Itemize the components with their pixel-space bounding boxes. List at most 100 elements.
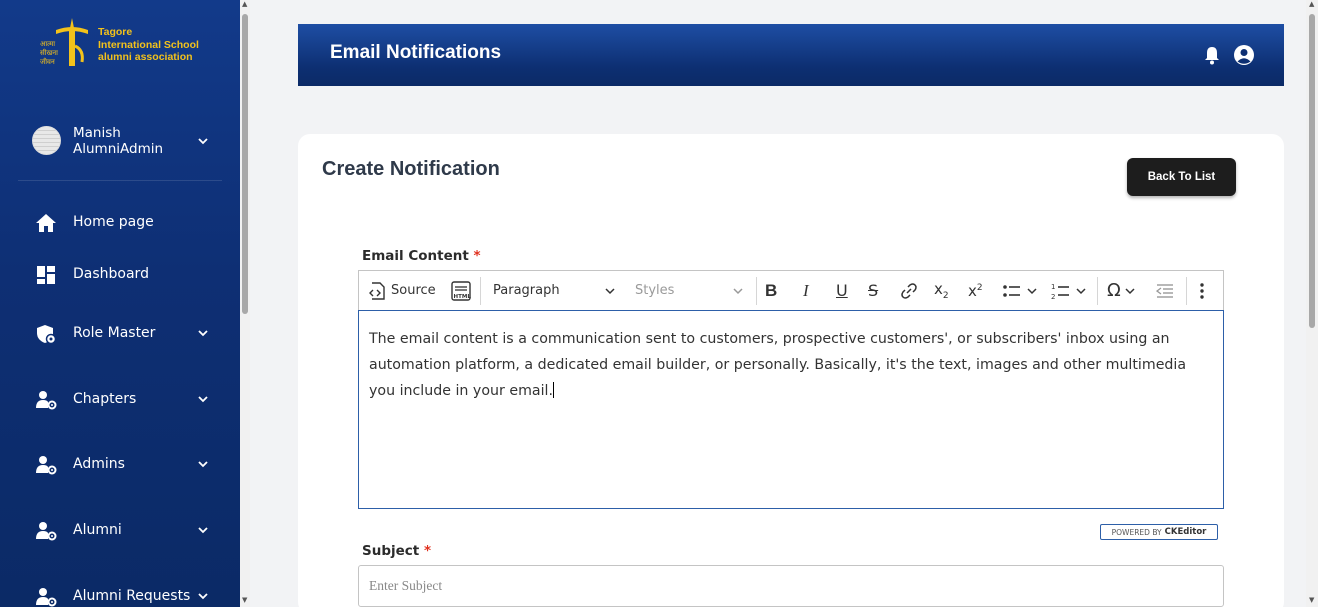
user-profile[interactable]: Manish AlumniAdmin (0, 118, 240, 164)
sidebar-item-alumni-requests[interactable]: Alumni Requests (0, 580, 240, 607)
user-circle-icon[interactable] (1233, 44, 1255, 66)
chevron-down-icon (198, 461, 208, 468)
chevron-down-icon (198, 138, 208, 145)
outdent-button[interactable] (1156, 271, 1174, 310)
numbered-list-button[interactable]: 12 (1051, 271, 1087, 310)
superscript-icon: x2 (968, 281, 983, 300)
logo-emblem-icon: आत्मा सीखना जीवन (40, 18, 88, 66)
toolbar-divider (480, 277, 481, 305)
subject-input[interactable]: Enter Subject (358, 565, 1224, 607)
bulleted-list-icon (1003, 284, 1037, 297)
user-gear-icon (36, 588, 57, 607)
styles-dropdown[interactable]: Styles (635, 271, 743, 310)
home-icon (36, 214, 56, 232)
html-embed-icon: HTML (451, 280, 472, 301)
outdent-icon (1156, 283, 1173, 298)
sidebar-item-label: Dashboard (73, 266, 149, 282)
user-gear-icon (36, 456, 57, 475)
avatar (32, 126, 61, 155)
scroll-up-arrow-icon[interactable]: ▲ (242, 0, 247, 8)
chevron-down-icon (1125, 287, 1135, 294)
page-scrollbar-thumb[interactable] (1309, 14, 1315, 328)
logo-text: Tagore International School alumni assoc… (98, 26, 199, 64)
chevron-down-icon (733, 288, 743, 295)
email-content-label: Email Content * (362, 248, 481, 264)
required-mark: * (473, 248, 481, 264)
editor-content-text: The email content is a communication sen… (369, 331, 1187, 399)
special-characters-button[interactable]: Ω (1107, 271, 1135, 310)
italic-icon: I (803, 280, 809, 300)
link-icon (901, 282, 917, 299)
card-title: Create Notification (322, 158, 500, 180)
scroll-down-arrow-icon[interactable]: ▼ (1309, 596, 1314, 604)
text-caret (552, 382, 554, 398)
source-button[interactable]: Source (367, 271, 436, 310)
school-logo[interactable]: आत्मा सीखना जीवन Tagore International Sc… (38, 16, 218, 70)
dashboard-icon (37, 266, 55, 284)
scroll-down-arrow-icon[interactable]: ▼ (242, 596, 247, 604)
link-button[interactable] (900, 271, 918, 310)
bold-icon: B (765, 280, 778, 300)
sidebar-item-label: Role Master (73, 325, 156, 341)
bulleted-list-button[interactable] (1002, 271, 1038, 310)
sidebar-item-home[interactable]: Home page (0, 206, 240, 240)
paragraph-label: Paragraph (493, 283, 560, 298)
svg-text:जीवन: जीवन (40, 57, 55, 66)
omega-icon: Ω (1107, 280, 1121, 301)
strikethrough-icon: S (868, 281, 879, 300)
sidebar-item-label: Home page (73, 214, 154, 230)
scroll-up-arrow-icon[interactable]: ▲ (1309, 0, 1314, 8)
sidebar-item-label: Chapters (73, 391, 137, 407)
chevron-down-icon (198, 330, 208, 337)
page-title: Email Notifications (330, 42, 502, 63)
logo-line-1: Tagore (98, 26, 133, 38)
page-scrollbar[interactable]: ▲ ▼ (1306, 0, 1318, 607)
editor-content: The email content is a communication sen… (369, 326, 1209, 404)
sidebar-item-admins[interactable]: Admins (0, 448, 240, 482)
logo-line-3: alumni association (98, 51, 193, 63)
powered-by-badge[interactable]: POWERED BY CKEditor (1100, 524, 1218, 540)
italic-button[interactable]: I (803, 271, 809, 310)
email-content-editor[interactable]: The email content is a communication sen… (358, 310, 1224, 509)
sidebar-item-dashboard[interactable]: Dashboard (0, 258, 240, 292)
more-options-button[interactable] (1199, 271, 1205, 310)
sidebar-scrollbar-thumb[interactable] (242, 14, 248, 314)
subject-label: Subject * (362, 543, 431, 559)
subject-label-text: Subject (362, 543, 420, 559)
html-embed-button[interactable]: HTML (450, 271, 472, 310)
superscript-button[interactable]: x2 (968, 271, 983, 310)
bold-button[interactable]: B (765, 271, 777, 310)
sidebar-item-label: Alumni Requests (73, 588, 191, 604)
chevron-down-icon (198, 593, 208, 600)
sidebar-item-alumni[interactable]: Alumni (0, 514, 240, 548)
svg-text:सीखना: सीखना (40, 48, 58, 57)
email-content-label-text: Email Content (362, 248, 469, 264)
subscript-icon: x2 (934, 280, 949, 301)
sidebar-item-role-master[interactable]: Role Master (0, 317, 240, 351)
user-name: Manish AlumniAdmin (73, 125, 164, 157)
source-label: Source (391, 283, 436, 298)
underline-button[interactable]: U (836, 271, 848, 310)
required-mark: * (423, 543, 432, 559)
svg-text:HTML: HTML (454, 294, 472, 300)
strikethrough-button[interactable]: S (868, 271, 878, 310)
bell-icon[interactable] (1202, 45, 1222, 65)
numbered-list-icon: 12 (1051, 283, 1086, 300)
sidebar-item-chapters[interactable]: Chapters (0, 383, 240, 417)
create-notification-card: Create Notification Back To List Email C… (298, 134, 1284, 607)
ckeditor-brand: CKEditor (1164, 527, 1207, 537)
back-to-list-button[interactable]: Back To List (1127, 158, 1236, 196)
sidebar-scrollbar[interactable]: ▲ ▼ (240, 0, 250, 607)
chevron-down-icon (605, 288, 615, 295)
user-gear-icon (36, 522, 57, 541)
vertical-ellipsis-icon (1200, 282, 1204, 299)
divider (18, 180, 222, 181)
role-shield-icon (37, 325, 57, 345)
svg-text:आत्मा: आत्मा (40, 40, 55, 48)
subscript-button[interactable]: x2 (934, 271, 949, 310)
editor-toolbar: Source HTML Paragraph Styles B I U S x2 … (358, 270, 1224, 310)
powered-by-prefix: POWERED BY (1111, 527, 1162, 537)
sidebar-item-label: Admins (73, 456, 125, 472)
paragraph-dropdown[interactable]: Paragraph (493, 271, 615, 310)
source-icon (369, 281, 385, 300)
